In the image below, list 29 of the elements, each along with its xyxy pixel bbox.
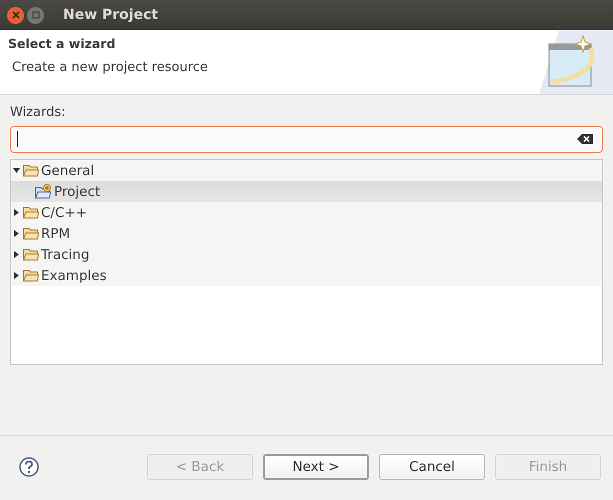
- tree-item[interactable]: General: [11, 160, 602, 181]
- wizard-title: Select a wizard: [8, 36, 116, 51]
- maximize-icon[interactable]: [27, 6, 44, 24]
- folder-icon: [23, 248, 39, 261]
- folder-icon: [23, 164, 39, 177]
- folder-icon: [23, 269, 39, 282]
- close-icon[interactable]: [7, 6, 24, 24]
- dialog-button[interactable]: Next >: [263, 454, 369, 480]
- new-folder-icon: [35, 184, 52, 199]
- collapsed-arrow-icon[interactable]: [13, 251, 20, 258]
- tree-item[interactable]: Examples: [11, 265, 602, 286]
- tree-item[interactable]: Tracing: [11, 244, 602, 265]
- folder-icon: [23, 227, 39, 240]
- wizards-label: Wizards:: [10, 105, 66, 120]
- expanded-arrow-icon[interactable]: [13, 167, 20, 174]
- filter-field[interactable]: [10, 126, 603, 153]
- collapsed-arrow-icon[interactable]: [13, 230, 20, 237]
- collapsed-arrow-icon[interactable]: [13, 272, 20, 279]
- clear-icon[interactable]: [577, 134, 593, 144]
- wizard-description: Create a new project resource: [12, 60, 208, 75]
- collapsed-arrow-icon[interactable]: [13, 209, 20, 216]
- window-title: New Project: [63, 7, 158, 23]
- text-cursor: [17, 131, 18, 147]
- dialog-button[interactable]: Cancel: [379, 454, 485, 480]
- tree-item[interactable]: C/C++: [11, 202, 602, 223]
- tree-item[interactable]: RPM: [11, 223, 602, 244]
- help-icon[interactable]: [19, 457, 39, 477]
- tree-item[interactable]: Project: [11, 181, 602, 202]
- folder-icon: [23, 206, 39, 219]
